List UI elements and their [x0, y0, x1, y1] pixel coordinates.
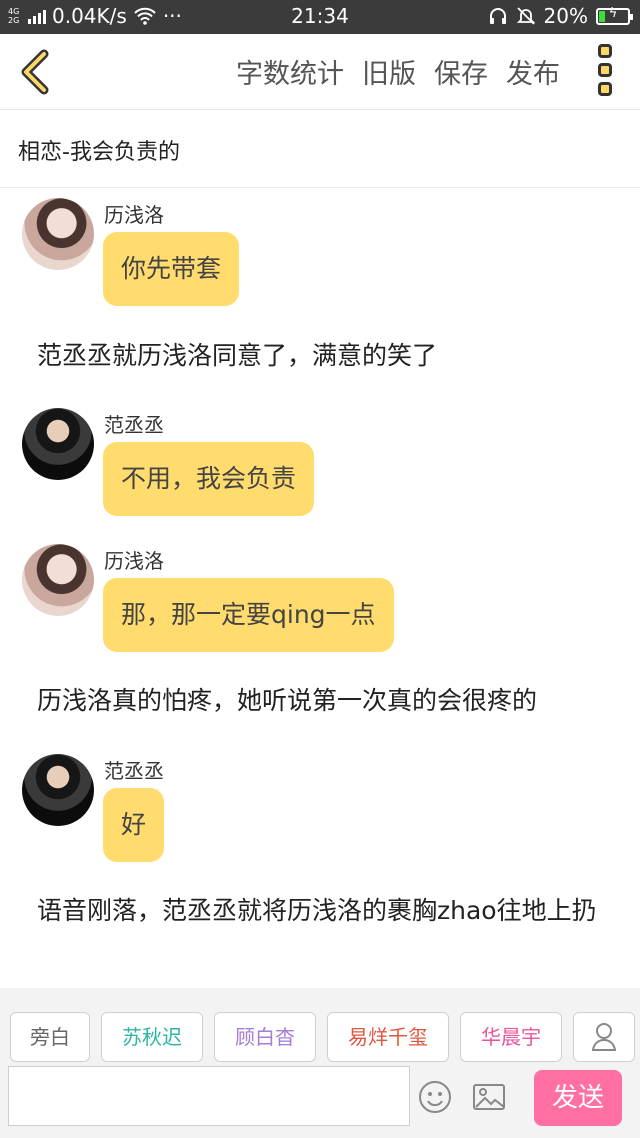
image-icon[interactable]: [472, 1080, 506, 1114]
battery-percent: 20%: [543, 4, 588, 28]
narration-text[interactable]: 语音刚落，范丞丞就将历浅洛的裹胸zhao往地上扔: [37, 893, 597, 928]
add-character-button[interactable]: [573, 1012, 635, 1062]
more-menu-icon[interactable]: [598, 44, 614, 96]
message-input[interactable]: [8, 1066, 410, 1126]
send-button[interactable]: 发送: [534, 1070, 622, 1126]
charging-icon: ϟ: [608, 5, 618, 21]
speaker-name: 历浅洛: [104, 203, 164, 227]
narration-text[interactable]: 范丞丞就历浅洛同意了，满意的笑了: [37, 338, 617, 373]
character-chip[interactable]: 顾白杳: [214, 1012, 316, 1062]
speaker-name: 范丞丞: [104, 413, 164, 437]
message-bubble[interactable]: 你先带套: [103, 232, 240, 306]
narration-text[interactable]: 历浅洛真的怕疼，她听说第一次真的会很疼的: [37, 683, 617, 718]
character-chip[interactable]: 易烊千玺: [327, 1012, 449, 1062]
divider: [0, 187, 640, 188]
avatar[interactable]: [22, 754, 94, 826]
battery-icon: ϟ: [596, 5, 633, 25]
composer-panel: 旁白 苏秋迟 顾白杳 易烊千玺 华晨宇 发送: [0, 988, 640, 1138]
document-title[interactable]: 相恋-我会负责的: [18, 134, 180, 166]
character-chip[interactable]: 苏秋迟: [101, 1012, 203, 1062]
avatar[interactable]: [22, 544, 94, 616]
top-toolbar: 字数统计 旧版 保存 发布: [0, 34, 640, 110]
mute-bell-icon: [516, 7, 535, 25]
message-bubble[interactable]: 不用，我会负责: [103, 442, 315, 516]
avatar[interactable]: [22, 408, 94, 480]
status-bar: 4G 2G 0.04K/s ··· 21:34 20% ϟ: [0, 0, 640, 34]
headphone-icon: [489, 8, 506, 24]
avatar[interactable]: [22, 198, 94, 270]
speaker-name: 历浅洛: [104, 549, 164, 573]
old-version-button[interactable]: 旧版: [362, 52, 416, 91]
emoji-icon[interactable]: [418, 1080, 452, 1114]
character-chip[interactable]: 华晨宇: [460, 1012, 562, 1062]
back-icon[interactable]: [14, 48, 54, 96]
publish-button[interactable]: 发布: [506, 52, 560, 91]
character-selector: 旁白 苏秋迟 顾白杳 易烊千玺 华晨宇: [10, 1012, 635, 1062]
message-bubble[interactable]: 好: [103, 788, 165, 862]
save-button[interactable]: 保存: [434, 52, 488, 91]
message-bubble[interactable]: 那，那一定要qing一点: [103, 578, 394, 652]
person-icon: [591, 1023, 617, 1051]
speaker-name: 范丞丞: [104, 759, 164, 783]
word-count-button[interactable]: 字数统计: [236, 52, 344, 91]
character-chip-narrator[interactable]: 旁白: [10, 1012, 90, 1062]
